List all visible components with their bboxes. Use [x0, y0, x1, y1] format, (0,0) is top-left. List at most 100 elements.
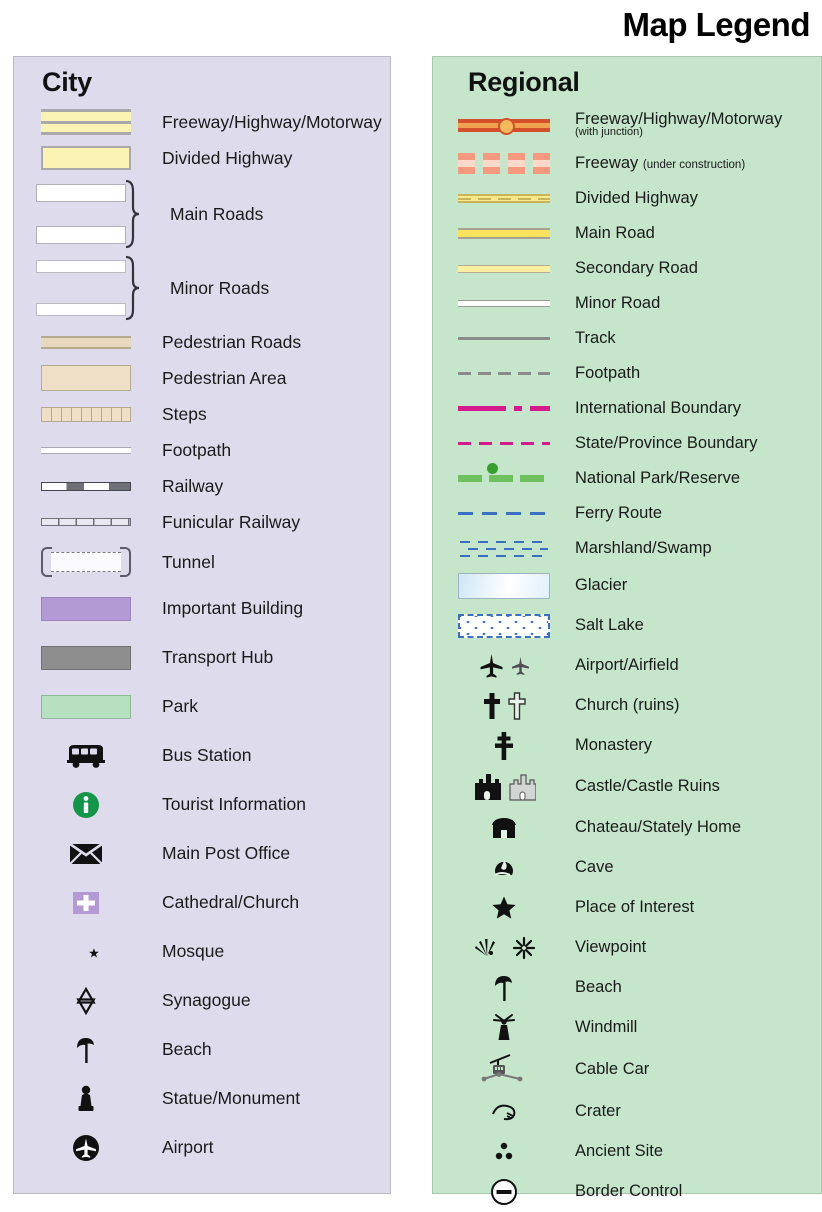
legend-label: Important Building: [162, 598, 304, 619]
legend-row: Pedestrian Area: [36, 360, 390, 396]
legend-label: Track: [575, 328, 616, 347]
regional-panel-title: Regional: [468, 67, 580, 97]
legend-row: Beach: [449, 968, 821, 1008]
legend-sublabel: (with junction): [575, 126, 643, 139]
legend-label: Monastery: [575, 736, 653, 755]
legend-row: Monastery: [449, 726, 821, 766]
legend-label: Freeway/Highway/Motorway: [162, 111, 382, 132]
legend-row: Main Post Office: [36, 829, 390, 878]
legend-label: Windmill: [575, 1018, 638, 1037]
legend-label: Main Road: [575, 223, 655, 242]
legend-label: Chateau/Stately Home: [575, 818, 742, 837]
divided-highway-line-swatch: [449, 194, 559, 203]
legend-row: Church (ruins): [449, 686, 821, 726]
legend-label: Divided Highway: [162, 147, 293, 168]
legend-label: Cable Car: [575, 1060, 650, 1079]
ferry-route-swatch: [449, 512, 559, 515]
legend-row: Tourist Information: [36, 780, 390, 829]
divided-highway-swatch: [36, 146, 136, 170]
state-boundary-swatch: [449, 442, 559, 445]
freeway-under-construction-swatch: [449, 153, 559, 174]
patriarchal-cross-icon: [449, 731, 559, 761]
cross-on-square-icon: [36, 890, 136, 916]
legend-row: State/Province Boundary: [449, 426, 821, 461]
envelope-icon: [36, 842, 136, 865]
legend-row: Castle/Castle Ruins: [449, 766, 821, 808]
freeway-dual-carriageway-swatch: [36, 109, 136, 135]
freeway-with-junction-swatch: [449, 117, 559, 135]
windmill-icon: [449, 1013, 559, 1043]
legend-row: Secondary Road: [449, 251, 821, 286]
star-icon: [449, 895, 559, 921]
legend-label: Divided Highway: [575, 188, 698, 207]
legend-label: Mosque: [162, 941, 225, 962]
legend-label: Border Control: [575, 1182, 683, 1201]
star-of-david-icon: [36, 986, 136, 1015]
legend-row: Synagogue: [36, 976, 390, 1025]
legend-label: Pedestrian Area: [162, 367, 287, 388]
chateau-icon: [449, 816, 559, 840]
legend-label: Railway: [162, 475, 224, 496]
legend-row: Tunnel: [36, 540, 390, 584]
legend-row: Marshland/Swamp: [449, 531, 821, 566]
legend-row: Windmill: [449, 1008, 821, 1048]
bus-icon: [36, 743, 136, 769]
cave-icon: [449, 855, 559, 881]
footpath-dashed-swatch: [449, 372, 559, 375]
legend-row: Steps: [36, 396, 390, 432]
crescent-star-icon: [36, 938, 136, 966]
steps-swatch: [36, 406, 136, 422]
legend-label: Synagogue: [162, 990, 251, 1011]
statue-icon: [36, 1084, 136, 1114]
legend-label: Cave: [575, 858, 614, 877]
legend-label: Tourist Information: [162, 794, 306, 815]
legend-row: Footpath: [36, 432, 390, 468]
legend-row: Freeway/Highway/Motorway: [36, 104, 390, 140]
legend-label: State/Province Boundary: [575, 433, 758, 452]
legend-row: Track: [449, 321, 821, 356]
legend-row: National Park/Reserve: [449, 461, 821, 496]
castle-pair-icon: [449, 772, 559, 802]
legend-label: Pedestrian Roads: [162, 331, 302, 352]
minor-roads-bracket-swatch: [36, 252, 140, 324]
legend-row: Divided Highway: [36, 140, 390, 176]
legend-row: Footpath: [449, 356, 821, 391]
secondary-road-line-swatch: [449, 264, 559, 273]
salt-lake-swatch: [449, 614, 559, 638]
page-title: Map Legend: [622, 6, 810, 43]
park-swatch: [36, 694, 136, 719]
legend-label: Park: [162, 696, 198, 717]
parasol-icon: [36, 1035, 136, 1065]
legend-row: Ancient Site: [449, 1132, 821, 1172]
information-icon: [36, 791, 136, 819]
legend-row: Crater: [449, 1092, 821, 1132]
legend-row: Cable Car: [449, 1048, 821, 1092]
legend-row: Border Control: [449, 1172, 821, 1212]
airplane-pair-icon: [449, 653, 559, 679]
legend-label: Secondary Road: [575, 258, 698, 277]
legend-label: Airport: [162, 1137, 214, 1158]
legend-label: Beach: [575, 978, 622, 997]
legend-label: Church (ruins): [575, 696, 680, 715]
legend-label: Place of Interest: [575, 898, 695, 917]
legend-label: Ferry Route: [575, 503, 663, 522]
legend-label: Main Roads: [170, 203, 264, 224]
legend-label: National Park/Reserve: [575, 468, 741, 487]
legend-row: International Boundary: [449, 391, 821, 426]
curly-brace-icon: [125, 255, 140, 321]
legend-row: Main Roads: [36, 176, 390, 252]
legend-row: Mosque: [36, 927, 390, 976]
legend-row: Funicular Railway: [36, 504, 390, 540]
legend-label: Footpath: [162, 439, 232, 460]
legend-row: Airport/Airfield: [449, 646, 821, 686]
transport-hub-swatch: [36, 645, 136, 670]
legend-label: Ancient Site: [575, 1142, 664, 1161]
legend-label: Marshland/Swamp: [575, 538, 712, 557]
legend-label: Transport Hub: [162, 647, 274, 668]
legend-row: Airport: [36, 1123, 390, 1172]
regional-legend-panel: Regional Freeway/Highway/Motorway (with …: [432, 56, 822, 1205]
legend-label: Castle/Castle Ruins: [575, 777, 720, 796]
legend-label: Bus Station: [162, 745, 252, 766]
tunnel-swatch: [36, 547, 136, 577]
main-roads-bracket-swatch: [36, 176, 140, 252]
